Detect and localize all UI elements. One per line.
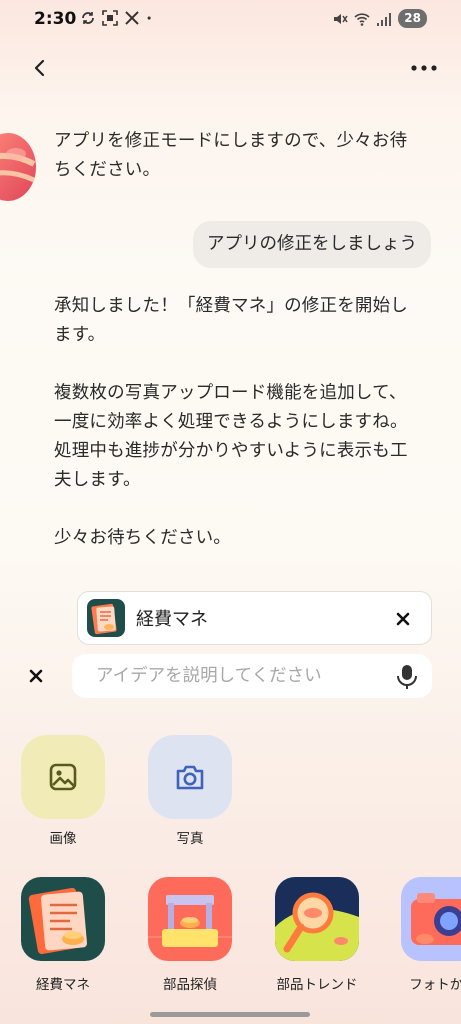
close-attach-panel-button[interactable] — [24, 664, 48, 688]
app-item[interactable]: 経費マネ — [18, 877, 108, 993]
top-bar — [0, 50, 461, 86]
attach-image-button[interactable] — [21, 735, 105, 819]
app-item[interactable]: 部品トレンド — [272, 877, 362, 993]
attach-photo-option[interactable]: 写真 — [148, 735, 232, 847]
photo-app-icon — [401, 877, 461, 961]
x-logo-icon — [125, 11, 139, 25]
back-button[interactable] — [26, 54, 54, 82]
parts-trend-app-icon — [275, 877, 359, 961]
microphone-button[interactable] — [392, 662, 422, 692]
app-label: フォトから — [409, 977, 461, 993]
dot-icon — [147, 16, 151, 20]
signal-icon — [377, 12, 392, 26]
status-time: 2:30 — [34, 9, 77, 29]
app-label: 部品トレンド — [276, 977, 358, 993]
mute-icon — [334, 13, 348, 24]
assistant-message: アプリを修正モードにしますので、少々お待ちください。 — [54, 131, 408, 180]
screenshot-icon — [102, 10, 118, 26]
attached-app-chip[interactable]: 経費マネ — [77, 591, 432, 645]
attached-app-label: 経費マネ — [136, 609, 208, 630]
battery-indicator: 28 — [398, 9, 427, 28]
sync-icon — [82, 12, 94, 24]
more-options-button[interactable] — [409, 54, 439, 82]
app-label: 部品探偵 — [163, 977, 217, 993]
app-item[interactable]: 部品探偵 — [145, 877, 235, 993]
remove-attachment-button[interactable] — [391, 607, 415, 631]
idea-input[interactable] — [72, 654, 432, 698]
user-message: アプリの修正をしましょう — [193, 221, 431, 268]
composer: 経費マネ — [0, 578, 461, 708]
app-label: 経費マネ — [36, 977, 90, 993]
more-horizontal-icon — [411, 65, 437, 71]
assistant-avatar — [0, 133, 36, 201]
take-photo-button[interactable] — [148, 735, 232, 819]
status-bar: 2:30 28 — [0, 0, 461, 38]
close-icon — [29, 669, 43, 683]
close-icon — [396, 612, 410, 626]
attach-image-label: 画像 — [49, 831, 77, 847]
assistant-message: 承知しました！「経費マネ」の修正を開始します。 複数枚の写真アップロード機能を追… — [54, 292, 424, 582]
microphone-icon — [397, 665, 417, 689]
message-paragraph: 承知しました！「経費マネ」の修正を開始します。 — [54, 296, 408, 345]
image-icon — [49, 763, 77, 791]
my-apps-row: 経費マネ 部品探偵 部品トレンド フォトか — [0, 877, 461, 997]
wifi-icon — [354, 12, 370, 26]
expense-app-thumbnail — [87, 599, 125, 637]
parts-detective-app-icon — [148, 877, 232, 961]
attach-image-option[interactable]: 画像 — [21, 735, 105, 847]
camera-icon — [176, 765, 204, 790]
message-paragraph: 少々お待ちください。 — [54, 528, 231, 548]
app-item[interactable]: フォトから — [398, 877, 461, 993]
home-indicator[interactable] — [150, 1012, 310, 1017]
attach-photo-label: 写真 — [176, 831, 204, 847]
expense-app-icon — [21, 877, 105, 961]
message-paragraph: 複数枚の写真アップロード機能を追加して、一度に効率よく処理できるようにしますね。… — [54, 383, 408, 490]
chevron-left-icon — [34, 59, 45, 77]
